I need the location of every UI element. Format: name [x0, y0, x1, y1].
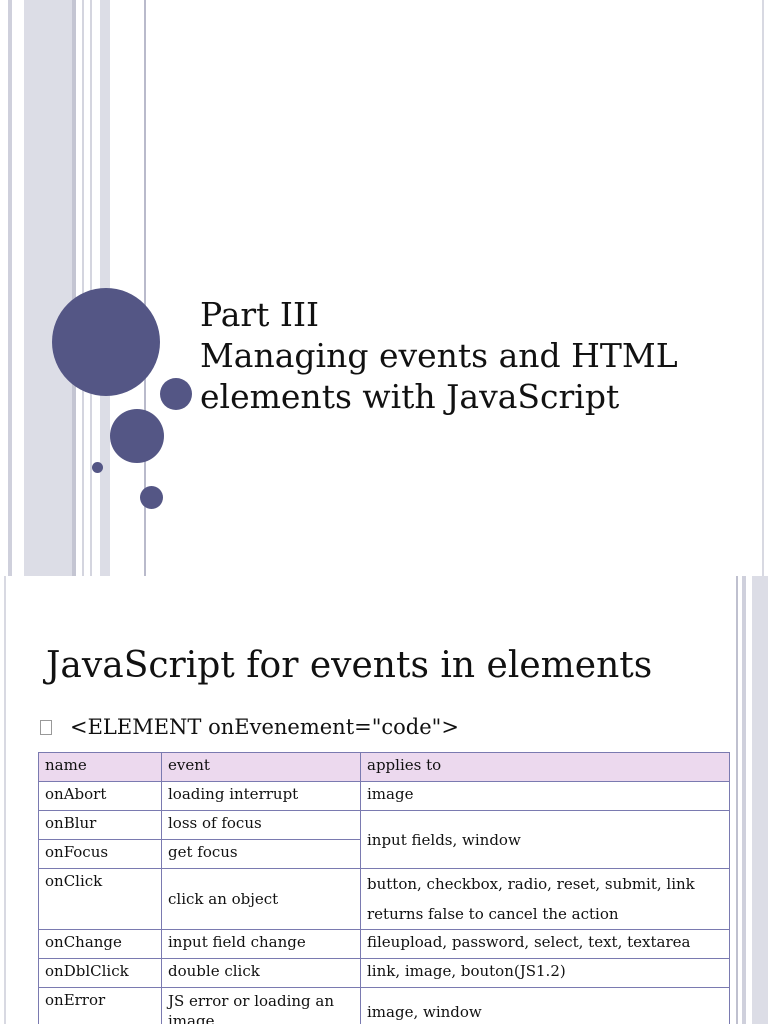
table-row: onBlur loss of focus input fields, windo… — [38, 810, 730, 869]
title-slide: Part III Managing events and HTML elemen… — [0, 0, 768, 576]
table-row: onDblClick double click link, image, bou… — [38, 958, 730, 988]
decor-stripe — [72, 0, 76, 576]
applies-line: button, checkbox, radio, reset, submit, … — [367, 875, 695, 893]
cell-applies: input fields, window — [360, 810, 730, 869]
cell-applies: fileupload, password, select, text, text… — [360, 929, 730, 959]
title-line-2: Managing events and HTML — [200, 336, 678, 375]
title-line-3: elements with JavaScript — [200, 377, 620, 416]
cell-event: loss of focus — [161, 810, 361, 840]
cell-event: click an object — [161, 868, 361, 930]
cell-applies: link, image, bouton(JS1.2) — [360, 958, 730, 988]
decor-stripe — [90, 0, 92, 576]
bullet-item: <ELEMENT onEvenement="code"> — [40, 715, 459, 739]
bullet-text: <ELEMENT onEvenement="code"> — [70, 715, 459, 739]
cell-applies: image — [360, 781, 730, 811]
table-row: onAbort loading interrupt image — [38, 781, 730, 811]
cell-name: onBlur — [38, 810, 162, 840]
cell-name: onDblClick — [38, 958, 162, 988]
content-slide: JavaScript for events in elements <ELEME… — [0, 576, 768, 1024]
decor-stripe — [24, 0, 72, 576]
cell-applies: image, window — [360, 987, 730, 1024]
decor-circle — [52, 288, 160, 396]
decor-circle — [110, 409, 164, 463]
bullet-icon — [40, 720, 52, 735]
cell-event: loading interrupt — [161, 781, 361, 811]
slide-title: Part III Managing events and HTML elemen… — [200, 294, 720, 417]
cell-name: onError — [38, 987, 162, 1024]
decor-stripe — [8, 0, 12, 576]
title-line-1: Part III — [200, 295, 320, 334]
cell-event: double click — [161, 958, 361, 988]
cell-event: get focus — [161, 839, 361, 869]
decor-circle — [160, 378, 192, 410]
decor-stripe — [82, 0, 84, 576]
cell-event: input field change — [161, 929, 361, 959]
cell-name: onClick — [38, 868, 162, 930]
cell-event: JS error or loading an image — [161, 987, 361, 1024]
table-row: onError JS error or loading an image ima… — [38, 987, 730, 1024]
applies-note: returns false to cancel the action — [367, 905, 619, 923]
decor-stripe — [762, 0, 764, 576]
cell-name: onChange — [38, 929, 162, 959]
table-row: onChange input field change fileupload, … — [38, 929, 730, 959]
column-header: applies to — [360, 752, 730, 782]
cell-applies: button, checkbox, radio, reset, submit, … — [360, 868, 730, 930]
decor-stripe — [4, 576, 6, 1024]
decor-stripe — [752, 576, 768, 1024]
column-header: name — [38, 752, 162, 782]
table-row: onClick click an object button, checkbox… — [38, 868, 730, 930]
cell-name: onAbort — [38, 781, 162, 811]
column-header: event — [161, 752, 361, 782]
table-header-row: name event applies to — [38, 752, 730, 782]
decor-stripe — [736, 576, 738, 1024]
slide-title: JavaScript for events in elements — [46, 645, 653, 686]
decor-circle — [92, 462, 103, 473]
decor-circle — [140, 486, 163, 509]
decor-stripe — [742, 576, 746, 1024]
cell-name: onFocus — [38, 839, 162, 869]
events-table: name event applies to onAbort loading in… — [38, 752, 730, 1024]
